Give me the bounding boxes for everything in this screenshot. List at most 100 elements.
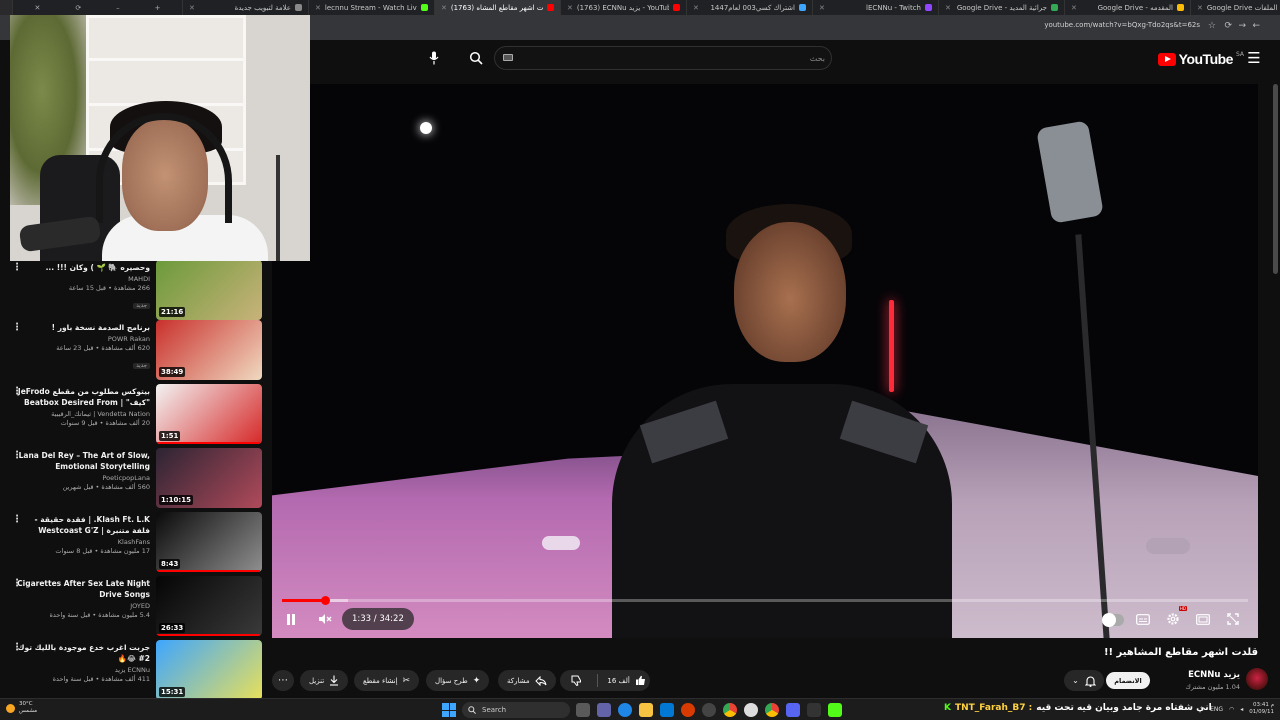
ask-button[interactable]: طرح سؤال ✦ [426, 670, 490, 691]
url-field[interactable]: youtube.com/watch?v=bQxg-Tdo2qs&t=62s [1044, 21, 1200, 29]
channel-link[interactable]: ECNNu يزيد [16, 666, 150, 674]
browser-tab[interactable]: ✕Google Drive مشاركة الملفات [1191, 0, 1280, 15]
tab-close-icon[interactable]: ✕ [819, 4, 825, 12]
more-actions-button[interactable]: ⋯ [272, 670, 294, 691]
video-title-link[interactable]: Lana Del Rey – The Art of Slow, Emotiona… [16, 450, 150, 472]
start-button[interactable] [442, 703, 456, 717]
minimize-icon[interactable]: – [116, 4, 120, 12]
video-player[interactable]: 1:33 / 34:22 HD [272, 84, 1258, 638]
more-options-icon[interactable]: ⋮ [12, 514, 22, 525]
tab-close-icon[interactable]: ✕ [945, 4, 951, 12]
video-title-link[interactable]: بيتوكس مطلوب من مقطع JeFrodo "كيف" Beatb… [16, 386, 150, 408]
video-title-link[interactable]: وحصيره 🐘 🌱 ) وكان !!! ... [16, 262, 150, 273]
channel-link[interactable]: KlashFans [16, 538, 150, 546]
video-thumbnail[interactable]: 1:51 [156, 384, 262, 444]
bookmark-icon[interactable]: ☆ [1208, 21, 1216, 31]
chrome-icon[interactable] [765, 703, 779, 717]
channel-link[interactable]: MAHDI [16, 275, 150, 283]
settings-button[interactable]: HD [1162, 606, 1187, 630]
reload-icon[interactable]: ⟳ [1224, 21, 1232, 31]
back-icon[interactable]: ← [1252, 21, 1260, 31]
video-thumbnail[interactable]: 21:16 [156, 260, 262, 320]
chrome-icon[interactable] [723, 703, 737, 717]
subtitles-button[interactable] [1132, 608, 1154, 630]
channel-name[interactable]: يزيد ECNNu [1188, 670, 1240, 680]
channel-link[interactable]: Vendetta Nation | ثيماتك_الرقيبية [16, 410, 150, 418]
browser-tab[interactable]: ✕ اشتراك كسي003 لعام1447 [687, 0, 813, 15]
more-options-icon[interactable]: ⋮ [12, 322, 22, 333]
close-icon[interactable]: ✕ [34, 4, 40, 12]
chevron-up-icon[interactable]: ⌃ [1199, 706, 1204, 713]
progress-bar[interactable] [282, 596, 1248, 605]
tab-close-icon[interactable]: ✕ [1197, 4, 1203, 12]
taskbar-app-icon[interactable] [597, 703, 611, 717]
browser-tab[interactable]: ✕ Google Drive - جرائية المديد [939, 0, 1065, 15]
search-input[interactable] [515, 51, 825, 65]
tab-close-icon[interactable]: ✕ [1071, 4, 1077, 12]
video-thumbnail[interactable]: 15:31 [156, 640, 262, 700]
youtube-logo[interactable]: YouTube SA [1157, 51, 1244, 67]
more-options-icon[interactable]: ⋮ [12, 386, 22, 397]
taskbar-app-icon[interactable] [681, 703, 695, 717]
browser-tab[interactable]: ✕ lECNNu - Twitch [813, 0, 939, 15]
pause-button[interactable] [280, 608, 302, 630]
video-title-link[interactable]: Cigarettes After Sex Late Night Drive So… [16, 578, 150, 600]
video-thumbnail[interactable]: 26:33 [156, 576, 262, 636]
channel-avatar[interactable] [1246, 668, 1268, 690]
video-thumbnail[interactable]: 38:49 [156, 320, 262, 380]
channel-link[interactable]: POWR Rakan [16, 335, 150, 343]
page-scrollbar[interactable] [1273, 84, 1278, 274]
language-indicator[interactable]: ENG [1210, 706, 1223, 713]
taskbar-app-icon[interactable] [660, 703, 674, 717]
clock[interactable]: 03:41 م 01/09/11 [1249, 702, 1274, 716]
tab-close-icon[interactable]: ✕ [315, 4, 321, 12]
browser-tab[interactable]: ✕(1763) قلدت اشهر مقاطع المشاه [435, 0, 561, 15]
browser-tab[interactable]: ✕ Google Drive - المقدمه [1065, 0, 1191, 15]
tab-close-icon[interactable]: ✕ [189, 4, 195, 12]
download-button[interactable]: تنزيل [300, 670, 349, 691]
forward-icon[interactable]: → [1238, 21, 1246, 31]
taskbar-app-icon[interactable] [576, 703, 590, 717]
new-tab-icon[interactable]: + [155, 4, 161, 12]
weather-widget[interactable]: 30°C مشمس [6, 701, 37, 715]
autoplay-toggle[interactable] [1102, 613, 1124, 627]
folder-icon[interactable] [639, 703, 653, 717]
share-button[interactable]: مشاركة [498, 670, 556, 691]
tab-close-icon[interactable]: ✕ [441, 4, 447, 12]
taskbar-app-icon[interactable] [786, 703, 800, 717]
more-options-icon[interactable]: ⋮ [12, 450, 22, 461]
recommended-video[interactable]: 38:49 برنامج الصدمة نسخة باور ! POWR Rakan… [6, 320, 264, 380]
hamburger-menu-icon[interactable]: ☰ [1246, 50, 1262, 66]
mute-button[interactable] [314, 608, 336, 630]
video-thumbnail[interactable]: 8:43 [156, 512, 262, 572]
clip-button[interactable]: إنشاء مقطع ✂ [354, 670, 420, 691]
channel-link[interactable]: PoeticpopLana [16, 474, 150, 482]
taskbar-app-icon[interactable] [702, 703, 716, 717]
tab-close-icon[interactable]: ✕ [693, 4, 699, 12]
wifi-icon[interactable]: ◠ [1229, 706, 1234, 713]
recommended-video[interactable]: 8:43 Klash Ft. L.K. | فقدة حقيقة - فلفة م… [6, 512, 264, 572]
video-thumbnail[interactable]: 1:10:15 [156, 448, 262, 508]
recommended-video[interactable]: 15:31 جربت اغرب خدع موجودة بالليك توك 2# … [6, 640, 264, 700]
browser-tab[interactable]: ✕(1763) ECNNu يزيد - YouTube [561, 0, 687, 15]
dislike-button[interactable] [560, 670, 592, 691]
recommended-video[interactable]: 1:51 بيتوكس مطلوب من مقطع JeFrodo "كيف" B… [6, 384, 264, 444]
more-options-icon[interactable]: ⋮ [12, 578, 22, 589]
taskbar-app-icon[interactable] [828, 703, 842, 717]
video-title-link[interactable]: جربت اغرب خدع موجودة بالليك توك 2# 😂🔥 [16, 642, 150, 664]
recommended-video[interactable]: 1:10:15 Lana Del Rey – The Art of Slow, E… [6, 448, 264, 508]
tab-close-icon[interactable]: ✕ [567, 4, 573, 12]
recommended-video[interactable]: 21:16 وحصيره 🐘 🌱 ) وكان !!! ... MAHDI 266 م… [6, 260, 264, 320]
recommended-video[interactable]: 26:33 Cigarettes After Sex Late Night Dri… [6, 576, 264, 636]
like-button[interactable]: 16 ألف [603, 670, 650, 691]
browser-tab[interactable]: ✕lecnnu Stream - Watch Live on [309, 0, 435, 15]
channel-link[interactable]: JOYED [16, 602, 150, 610]
fullscreen-button[interactable] [1222, 608, 1244, 630]
video-title-link[interactable]: Klash Ft. L.K. | فقدة حقيقة - فلفة متنبر… [16, 514, 151, 536]
voice-search-button[interactable] [422, 46, 446, 70]
taskbar-app-icon[interactable] [618, 703, 632, 717]
video-title-link[interactable]: برنامج الصدمة نسخة باور ! [16, 322, 150, 333]
speaker-icon[interactable]: ◂ [1240, 706, 1243, 713]
browser-tab[interactable]: ✕ علامة لتبويب جديدة [183, 0, 309, 15]
more-options-icon[interactable]: ⋮ [12, 642, 22, 653]
